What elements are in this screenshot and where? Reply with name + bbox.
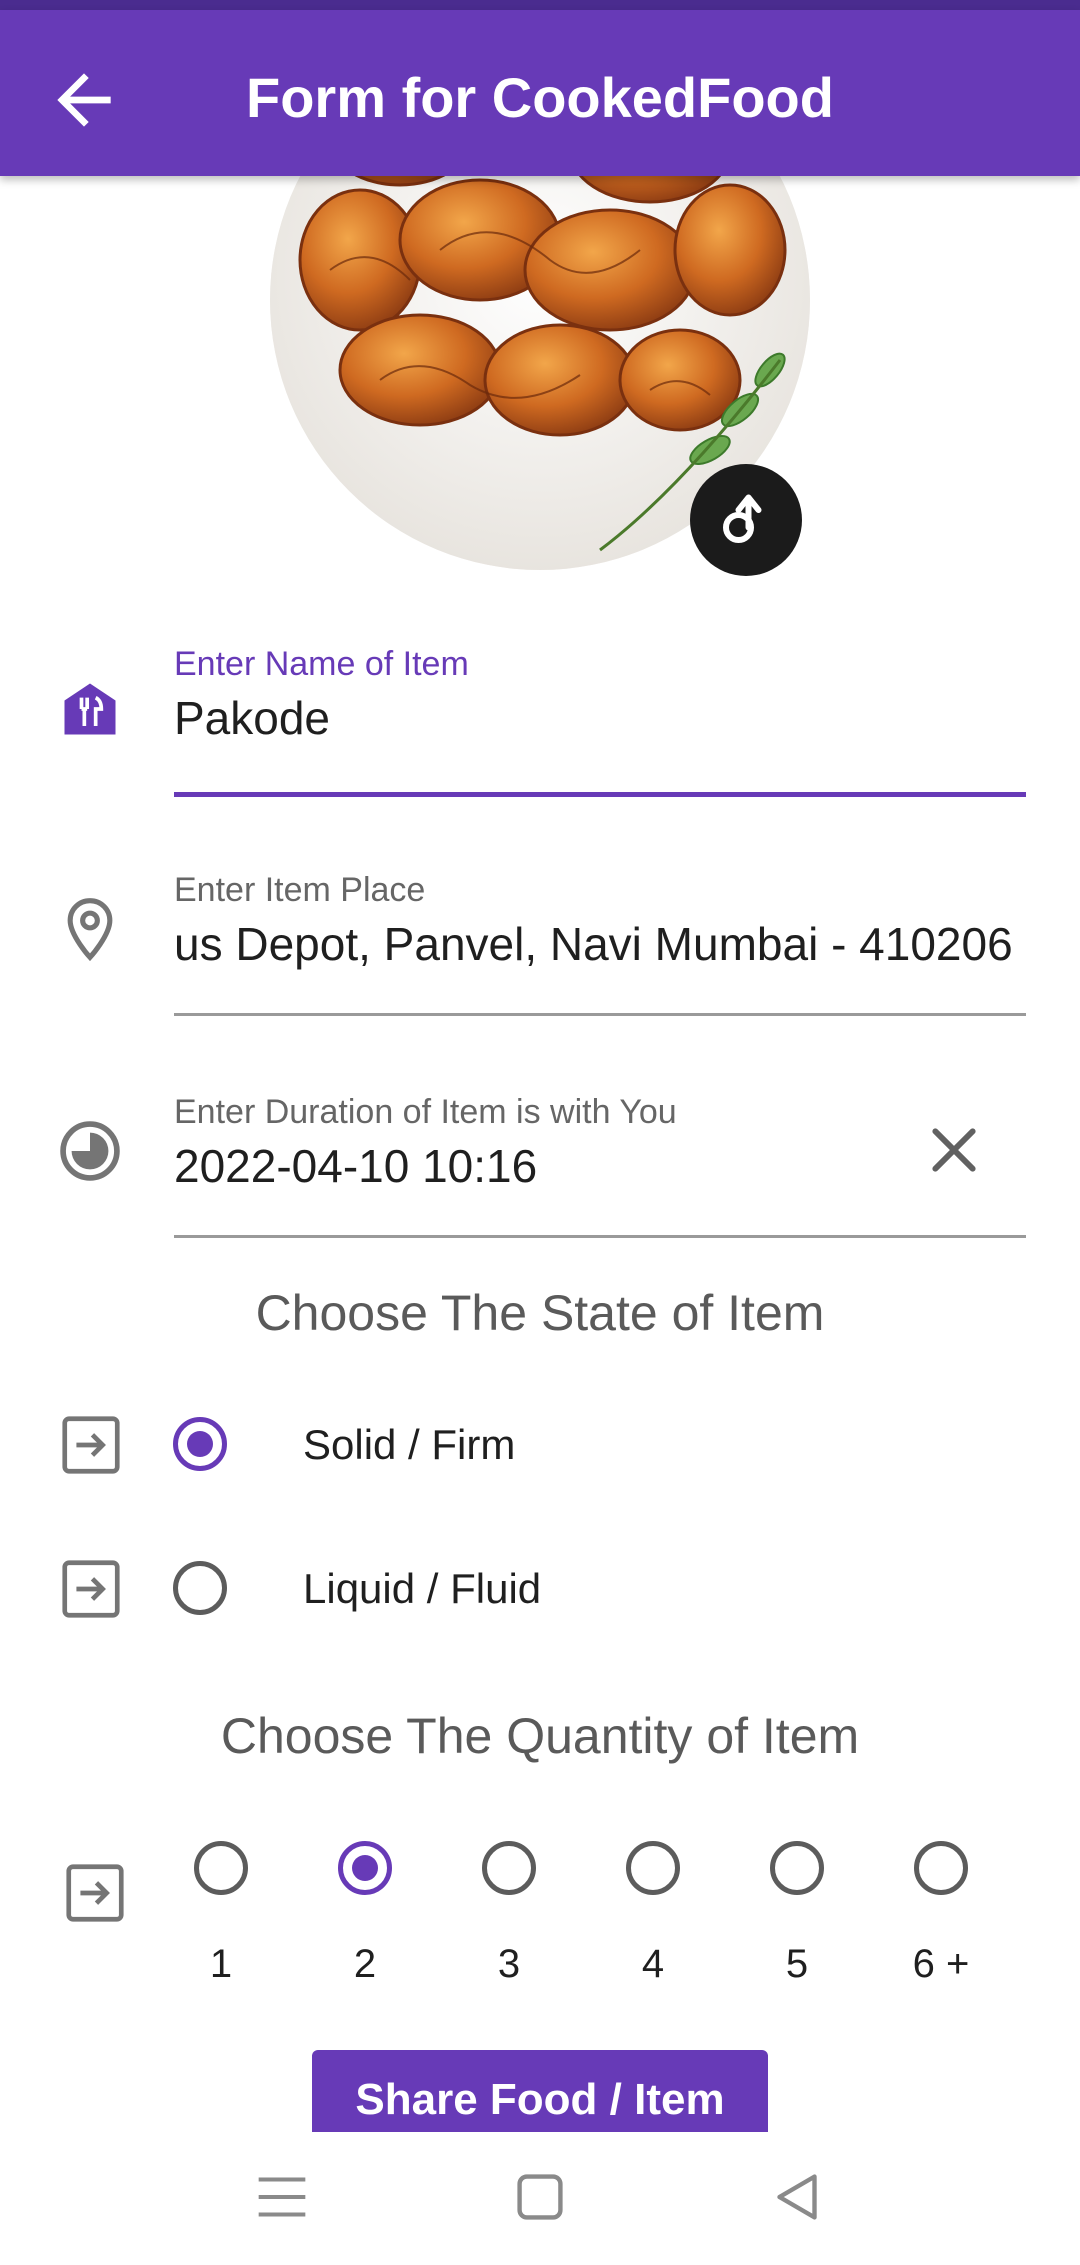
- item-name-input[interactable]: Pakode: [174, 690, 1026, 746]
- item-name-field[interactable]: Enter Name of Item Pakode: [174, 644, 1026, 799]
- item-name-underline: [174, 792, 1026, 797]
- square-home-icon: [517, 2174, 563, 2220]
- input-arrow-icon: [56, 1410, 126, 1480]
- state-radio-liquid[interactable]: [173, 1561, 227, 1615]
- menu-lines-icon: [258, 2177, 306, 2217]
- state-section-title: Choose The State of Item: [255, 1285, 825, 1341]
- restaurant-storefront-icon: [56, 675, 124, 743]
- item-duration-input[interactable]: 2022-04-10 10:16: [174, 1138, 1026, 1194]
- state-label-liquid[interactable]: Liquid / Fluid: [303, 1564, 541, 1614]
- quantity-radio-4[interactable]: [626, 1841, 680, 1895]
- item-place-underline: [174, 1013, 1026, 1016]
- share-food-button[interactable]: Share Food / Item: [312, 2050, 768, 2132]
- state-label-solid[interactable]: Solid / Firm: [303, 1420, 515, 1470]
- item-place-field[interactable]: Enter Item Place us Depot, Panvel, Navi …: [174, 870, 1026, 1018]
- quantity-radio-6plus[interactable]: [914, 1841, 968, 1895]
- status-bar: [0, 0, 1080, 10]
- item-place-label: Enter Item Place: [174, 871, 426, 909]
- clear-duration-button[interactable]: [922, 1118, 986, 1182]
- quantity-label-5: 5: [785, 1942, 809, 1986]
- upload-arrow-icon: [723, 494, 762, 543]
- triangle-back-icon: [777, 2174, 817, 2220]
- item-duration-underline: [174, 1235, 1026, 1238]
- clock-icon: [56, 1117, 124, 1185]
- system-nav-bar: [0, 2132, 1080, 2265]
- nav-menu-button[interactable]: [247, 2162, 317, 2232]
- state-radio-solid[interactable]: [173, 1417, 227, 1471]
- item-name-label: Enter Name of Item: [174, 645, 469, 683]
- app-bar: Form for CookedFood: [0, 10, 1080, 176]
- page-title: Form for CookedFood: [246, 66, 834, 129]
- quantity-radio-3[interactable]: [482, 1841, 536, 1895]
- quantity-label-1: 1: [209, 1942, 233, 1986]
- input-arrow-icon: [60, 1858, 130, 1928]
- item-place-input[interactable]: us Depot, Panvel, Navi Mumbai - 410206: [174, 916, 1026, 972]
- location-pin-icon: [56, 895, 124, 963]
- quantity-radio-1[interactable]: [194, 1841, 248, 1895]
- quantity-label-3: 3: [497, 1942, 521, 1986]
- quantity-radio-5[interactable]: [770, 1841, 824, 1895]
- quantity-label-2: 2: [353, 1942, 377, 1986]
- input-arrow-icon: [56, 1554, 126, 1624]
- quantity-section-title: Choose The Quantity of Item: [220, 1708, 860, 1764]
- quantity-radio-2[interactable]: [338, 1841, 392, 1895]
- quantity-label-4: 4: [641, 1942, 665, 1986]
- quantity-label-6plus: 6 +: [912, 1942, 970, 1986]
- nav-back-button[interactable]: [762, 2162, 832, 2232]
- close-icon: [932, 1128, 976, 1172]
- item-duration-field[interactable]: Enter Duration of Item is with You 2022-…: [174, 1092, 1026, 1240]
- nav-home-button[interactable]: [505, 2162, 575, 2232]
- upload-photo-button[interactable]: [690, 464, 802, 576]
- item-duration-label: Enter Duration of Item is with You: [174, 1093, 677, 1131]
